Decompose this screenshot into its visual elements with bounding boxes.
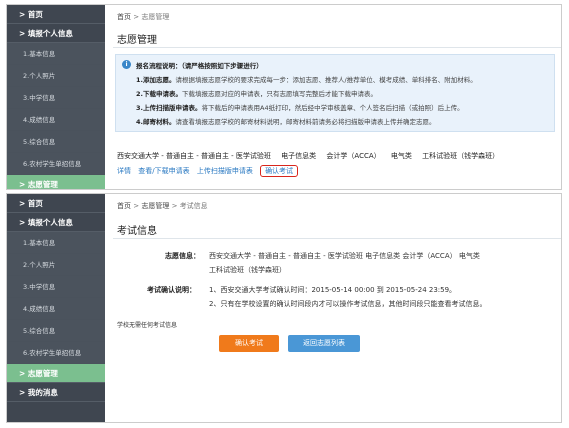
back-to-list-button[interactable]: 返回志愿列表	[288, 335, 360, 352]
detail-link[interactable]: 详情	[117, 167, 131, 175]
sidebar-item-grades[interactable]: 4.成绩信息	[7, 109, 105, 131]
breadcrumb-home[interactable]: 首页	[117, 202, 131, 210]
sidebar-item-messages[interactable]: > 我的消息	[7, 383, 105, 402]
breadcrumb-separator: >	[133, 13, 140, 21]
volunteer-info-value-cont: 工科试验班（钱学森班）	[209, 266, 286, 274]
volunteer-info-value: 西安交通大学 - 普通自主 - 普通自主 - 医学试验班 电子信息类 会计学（A…	[209, 252, 480, 260]
volunteer-row: 西安交通大学 - 普通自主 - 普通自主 - 医学试验班 电子信息类 会计学（A…	[117, 151, 507, 161]
breadcrumb-volunteer[interactable]: 志愿管理	[141, 202, 169, 210]
sidebar-item-grades[interactable]: 4.成绩信息	[7, 298, 105, 320]
sidebar-item-comprehensive[interactable]: 5.综合信息	[7, 320, 105, 342]
page-title: 志愿管理	[117, 35, 157, 46]
breadcrumb-separator: >	[133, 202, 140, 210]
volunteer-choice: 会计学（ACCA）	[326, 152, 381, 160]
sidebar-item-fill-info[interactable]: > 填报个人信息	[7, 213, 105, 232]
sidebar-item-home[interactable]: > 首页	[7, 5, 105, 24]
breadcrumb-separator: >	[171, 202, 178, 210]
sidebar-item-volunteer[interactable]: > 志愿管理	[7, 175, 105, 189]
sidebar-item-fill-info[interactable]: > 填报个人信息	[7, 24, 105, 43]
notice-title: 报名流程说明：（请严格按照如下步骤进行）	[136, 62, 263, 70]
main-content: 首页 > 志愿管理 志愿管理 i 报名流程说明：（请严格按照如下步骤进行） 1.…	[105, 5, 561, 189]
upload-scan-link[interactable]: 上传扫描版申请表	[197, 167, 253, 175]
notice-step-3: 3.上传扫描版申请表。将下载后的申请表用A4纸打印，然后经中学审核盖章、个人签名…	[136, 104, 464, 112]
sidebar-item-basic-info[interactable]: 1.基本信息	[7, 232, 105, 254]
sidebar-item-rural-student[interactable]: 6.农村学生单招信息	[7, 342, 105, 364]
confirm-instruction-1: 1、西安交通大学考试确认时间：2015-05-14 00:00 到 2015-0…	[209, 286, 457, 294]
breadcrumb-home[interactable]: 首页	[117, 13, 131, 21]
confirm-exam-link[interactable]: 确认考试	[260, 165, 299, 177]
volunteer-actions: 详情 查看/下载申请表 上传扫描版申请表 确认考试	[117, 165, 303, 177]
notice-step-4: 4.邮寄材料。请查看填报志愿学校的邮寄材料说明，邮寄材料前请务必将扫描版申请表上…	[136, 118, 436, 126]
volunteer-choice: 工科试验班（钱学森班）	[422, 152, 500, 160]
breadcrumb: 首页 > 志愿管理 > 考试信息	[117, 201, 208, 211]
sidebar: > 首页 > 填报个人信息 1.基本信息 2.个人照片 3.中学信息 4.成绩信…	[7, 5, 105, 189]
sidebar-item-photo[interactable]: 2.个人照片	[7, 65, 105, 87]
no-exam-info-note: 学校无需任何考试信息	[117, 322, 178, 329]
sidebar-item-school-info[interactable]: 3.中学信息	[7, 87, 105, 109]
divider	[113, 238, 561, 239]
divider	[113, 47, 561, 48]
sidebar-item-comprehensive[interactable]: 5.综合信息	[7, 131, 105, 153]
confirm-instructions-label: 考试确认说明：	[147, 286, 196, 294]
confirm-exam-button[interactable]: 确认考试	[219, 335, 279, 352]
breadcrumb: 首页 > 志愿管理	[117, 12, 169, 22]
volunteer-choice: 电子信息类	[281, 152, 317, 160]
sidebar: > 首页 > 填报个人信息 1.基本信息 2.个人照片 3.中学信息 4.成绩信…	[7, 194, 105, 422]
sidebar-item-school-info[interactable]: 3.中学信息	[7, 276, 105, 298]
volunteer-choice: 电气类	[390, 152, 412, 160]
download-application-link[interactable]: 查看/下载申请表	[138, 167, 189, 175]
volunteer-choice: 西安交通大学 - 普通自主 - 普通自主 - 医学试验班	[117, 152, 271, 160]
volunteer-info-label: 志愿信息：	[165, 252, 200, 260]
sidebar-item-home[interactable]: > 首页	[7, 194, 105, 213]
info-icon: i	[122, 60, 131, 69]
main-content: 首页 > 志愿管理 > 考试信息 考试信息 志愿信息： 西安交通大学 - 普通自…	[105, 194, 561, 422]
sidebar-item-volunteer[interactable]: > 志愿管理	[7, 364, 105, 383]
sidebar-item-rural-student[interactable]: 6.农村学生单招信息	[7, 153, 105, 175]
notice-step-1: 1.添加志愿。请根据填报志愿学校的要求完成每一步：添加志愿、推荐人/推荐单位、模…	[136, 76, 477, 84]
sidebar-item-photo[interactable]: 2.个人照片	[7, 254, 105, 276]
confirm-instruction-2: 2、只有在学校设置的确认时间段内才可以操作考试信息，其他时间段只能查看考试信息。	[209, 300, 487, 308]
exam-info-panel: > 首页 > 填报个人信息 1.基本信息 2.个人照片 3.中学信息 4.成绩信…	[6, 193, 562, 423]
sidebar-item-basic-info[interactable]: 1.基本信息	[7, 43, 105, 65]
breadcrumb-current: 考试信息	[179, 202, 208, 210]
process-notice: i 报名流程说明：（请严格按照如下步骤进行） 1.添加志愿。请根据填报志愿学校的…	[115, 54, 555, 132]
volunteer-management-panel: > 首页 > 填报个人信息 1.基本信息 2.个人照片 3.中学信息 4.成绩信…	[6, 4, 562, 190]
notice-step-2: 2.下载申请表。下载填报志愿对应的申请表，只有志愿填写完整后才能下载申请表。	[136, 90, 377, 98]
breadcrumb-current: 志愿管理	[141, 13, 170, 21]
page-title: 考试信息	[117, 226, 157, 237]
